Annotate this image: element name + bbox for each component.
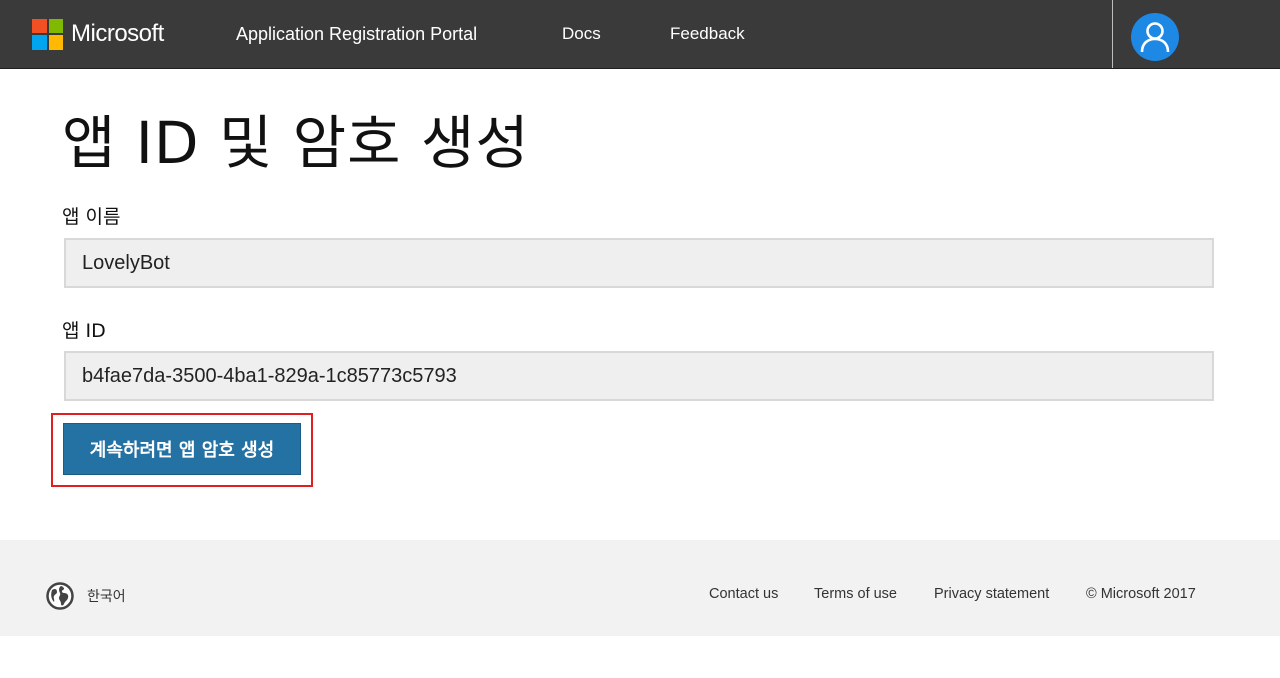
nav-app-registration-portal[interactable]: Application Registration Portal [236,24,477,45]
brand-name: Microsoft [71,20,164,47]
user-icon [1140,22,1170,53]
app-name-field[interactable]: LovelyBot [64,238,1214,288]
footer-copyright: © Microsoft 2017 [1086,586,1196,602]
nav-docs[interactable]: Docs [562,24,601,44]
footer-privacy-link[interactable]: Privacy statement [934,586,1049,602]
app-name-label: 앱 이름 [62,206,121,228]
user-avatar-button[interactable] [1131,13,1179,61]
generate-app-password-button[interactable]: 계속하려면 앱 암호 생성 [63,423,301,475]
top-navigation-bar: Microsoft Application Registration Porta… [0,0,1280,69]
app-id-field[interactable]: b4fae7da-3500-4ba1-829a-1c85773c5793 [64,351,1214,401]
nav-feedback[interactable]: Feedback [670,24,745,44]
app-id-label: 앱 ID [62,320,106,342]
page-title: 앱 ID 및 암호 생성 [62,109,530,177]
header-divider [1112,0,1113,68]
globe-icon[interactable] [46,582,74,610]
microsoft-logo-icon [32,18,63,50]
footer-contact-link[interactable]: Contact us [709,586,778,602]
footer: 한국어 Contact us Terms of use Privacy stat… [0,540,1280,636]
footer-terms-link[interactable]: Terms of use [814,586,897,602]
microsoft-brand[interactable]: Microsoft [32,18,164,50]
language-selector[interactable]: 한국어 [87,586,126,606]
